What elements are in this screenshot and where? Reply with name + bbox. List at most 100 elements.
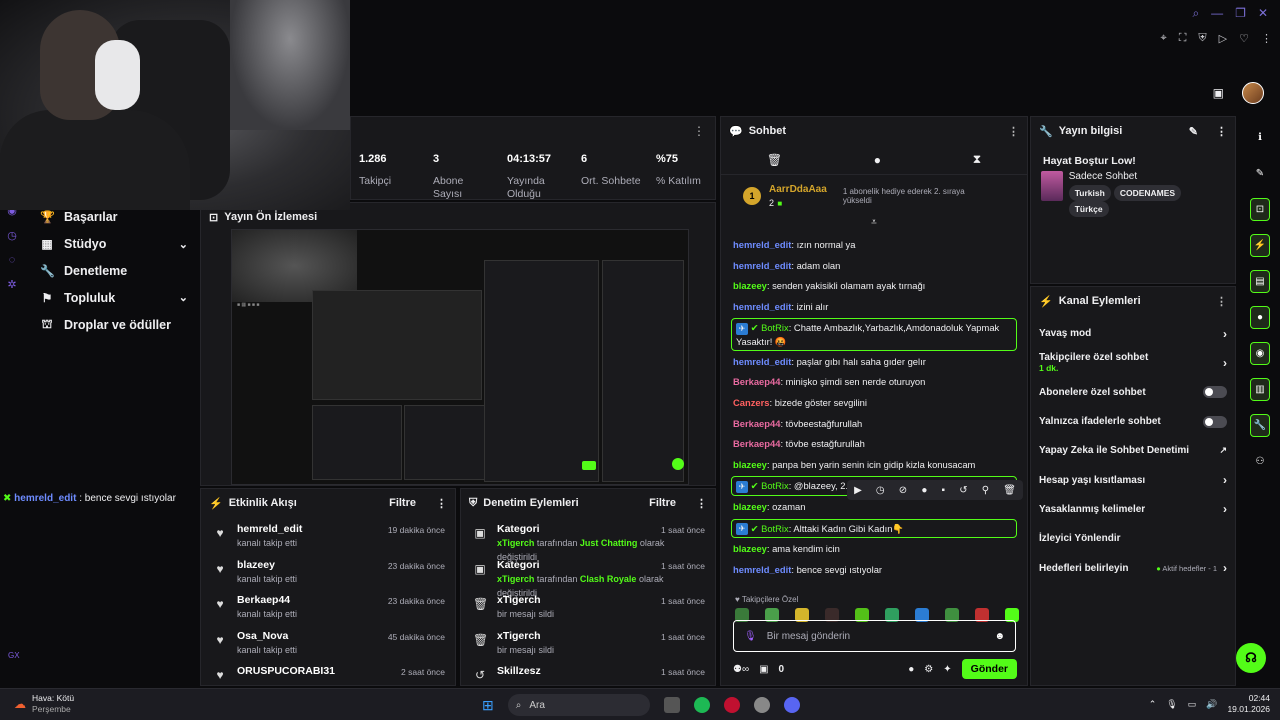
more-icon[interactable]: ⋮ bbox=[1216, 295, 1227, 308]
minimize-icon[interactable]: — bbox=[1211, 6, 1223, 21]
chat-username[interactable]: hemreld_edit bbox=[733, 564, 791, 575]
emote-icon[interactable]: ✦ bbox=[943, 664, 951, 675]
chat-bubble-icon[interactable]: ● bbox=[874, 153, 881, 167]
action-emotes-only[interactable]: Yalnızca ifadelerle sohbet bbox=[1031, 407, 1235, 436]
bot-message[interactable]: ✈ ✔ BotRix: Chatte Ambazlık,Yarbazlık,Am… bbox=[731, 318, 1017, 351]
category-thumbnail[interactable] bbox=[1041, 171, 1063, 201]
chat-message[interactable]: Berkaep44: tövbe estağfurullah bbox=[721, 434, 1027, 455]
play-icon[interactable]: ▶ bbox=[854, 485, 862, 496]
chat-username[interactable]: BotRix bbox=[761, 480, 789, 491]
chat-username[interactable]: Berkaep44 bbox=[733, 438, 780, 449]
users-icon[interactable]: ⚇ bbox=[1250, 450, 1270, 473]
chat-username[interactable]: hemreld_edit bbox=[733, 301, 791, 312]
undo-icon[interactable]: ↺ bbox=[959, 485, 967, 496]
restore-icon[interactable]: ❐ bbox=[1235, 6, 1246, 21]
chat-username[interactable]: Berkaep44 bbox=[733, 418, 780, 429]
toggle-switch[interactable] bbox=[1203, 386, 1227, 399]
chat-message[interactable]: blazeey: ama kendim icin bbox=[721, 539, 1027, 560]
action-account-age[interactable]: Hesap yaşı kısıtlaması › bbox=[1031, 465, 1235, 494]
timeout-icon[interactable]: ◷ bbox=[876, 485, 885, 496]
settings-icon[interactable]: ⚙ bbox=[924, 664, 933, 675]
trash-icon[interactable]: 🗑 bbox=[767, 153, 782, 167]
nav-item-studio[interactable]: ▦ Stüdyo ⌄ bbox=[26, 231, 196, 258]
chat-message[interactable]: hemreld_edit: paşlar gıbı halı saha gıde… bbox=[721, 352, 1027, 373]
more-icon[interactable]: ⋮ bbox=[436, 497, 447, 510]
wrench-icon[interactable]: 🔧 bbox=[1250, 414, 1270, 437]
help-button[interactable]: ☊ bbox=[1236, 643, 1266, 673]
mic-icon[interactable]: 🎙 bbox=[744, 631, 757, 642]
chat-username[interactable]: Canzers bbox=[733, 397, 769, 408]
hide-icon[interactable]: ⊘ bbox=[899, 485, 907, 496]
delete-icon[interactable]: 🗑 bbox=[1003, 485, 1016, 496]
heart-icon[interactable]: ♡ bbox=[1239, 32, 1249, 45]
action-subscribers-only[interactable]: Abonelere özel sohbet bbox=[1031, 378, 1235, 407]
chat-username[interactable]: blazeey bbox=[733, 280, 767, 291]
network-icon[interactable]: ▭ bbox=[1188, 699, 1197, 710]
nav-item-drops[interactable]: ⛫ Droplar ve ödüller bbox=[26, 311, 196, 338]
more-icon[interactable]: ⋮ bbox=[1216, 125, 1227, 138]
action-raid[interactable]: İzleyici Yönlendir bbox=[1031, 524, 1235, 553]
more-icon[interactable]: ⋮ bbox=[1008, 125, 1019, 138]
file-explorer-icon[interactable] bbox=[663, 697, 680, 713]
chat-icon[interactable]: ● bbox=[1250, 306, 1270, 329]
chat-message[interactable]: hemreld_edit: ızın normal ya bbox=[721, 235, 1027, 256]
close-icon[interactable]: ✕ bbox=[1258, 6, 1268, 21]
pin-icon[interactable]: ⚲ bbox=[982, 485, 989, 496]
chat-username[interactable]: hemreld_edit bbox=[733, 356, 791, 367]
more-icon[interactable]: ⋮ bbox=[693, 124, 705, 138]
chat-message[interactable]: blazeey: senden yakisikli olamam ayak tı… bbox=[721, 276, 1027, 297]
chat-message[interactable]: Canzers: bizede göster sevgilini bbox=[721, 393, 1027, 414]
hourglass-icon[interactable]: ⧗ bbox=[973, 152, 981, 167]
discord-icon[interactable] bbox=[783, 697, 800, 713]
chat-username[interactable]: BotRix bbox=[761, 322, 789, 333]
info-icon[interactable]: ℹ bbox=[1250, 126, 1270, 149]
taskbar-search[interactable]: ⌕ Ara bbox=[507, 694, 650, 716]
chat-message[interactable]: hemreld_edit: bence sevgi ıstıyolar bbox=[721, 560, 1027, 581]
chat-username[interactable]: BotRix bbox=[761, 523, 789, 534]
filter-button[interactable]: Filtre bbox=[649, 497, 676, 509]
preview-video[interactable]: ■ ▦ ■ ■ ■ bbox=[231, 229, 689, 485]
nav-item-community[interactable]: ⚑ Topluluk ⌄ bbox=[26, 284, 196, 311]
copy-icon[interactable]: ▪ bbox=[942, 485, 946, 496]
action-goals[interactable]: Hedefleri belirleyin ● Aktif hedefler - 1… bbox=[1031, 553, 1235, 582]
volume-icon[interactable]: 🔊 bbox=[1206, 699, 1217, 710]
bot-message[interactable]: ✈ ✔ BotRix: Alttaki Kadın Gibi Kadın👇 bbox=[731, 518, 1017, 539]
reply-icon[interactable]: ● bbox=[921, 485, 927, 496]
chat-username[interactable]: blazeey bbox=[733, 501, 767, 512]
windows-start-icon[interactable]: ⊞ bbox=[482, 697, 494, 714]
edit-icon[interactable]: ✎ bbox=[1189, 125, 1198, 138]
spotify-icon[interactable] bbox=[693, 697, 710, 713]
rail-settings-icon[interactable]: ✲ bbox=[7, 278, 16, 291]
chat-username[interactable]: Berkaep44 bbox=[733, 376, 780, 387]
points-icon[interactable]: ⚉∞ bbox=[733, 664, 749, 675]
chat-message[interactable]: blazeey: panpa ben yarin senin icin gidi… bbox=[721, 455, 1027, 476]
action-slow-mode[interactable]: Yavaş mod › bbox=[1031, 319, 1235, 348]
mic-icon[interactable]: 🎙 bbox=[1166, 699, 1177, 710]
avatar[interactable] bbox=[1242, 82, 1264, 104]
chat-username[interactable]: hemreld_edit bbox=[733, 239, 791, 250]
pin-icon[interactable]: ⌖ bbox=[1161, 32, 1167, 45]
clock[interactable]: 02:44 19.01.2026 bbox=[1227, 693, 1270, 715]
app-icon[interactable] bbox=[753, 697, 770, 713]
play-icon[interactable]: ▷ bbox=[1219, 32, 1227, 45]
filter-button[interactable]: Filtre bbox=[389, 497, 416, 509]
action-ai-moderation[interactable]: Yapay Zeka ile Sohbet Denetimi ↗ bbox=[1031, 436, 1235, 465]
chat-message[interactable]: hemreld_edit: izini alır bbox=[721, 297, 1027, 318]
emoji-icon[interactable]: ☻ bbox=[994, 631, 1005, 642]
shield-icon[interactable]: ⛨ bbox=[1198, 32, 1206, 45]
mod-icon[interactable]: ▥ bbox=[1250, 378, 1270, 401]
gift-icon[interactable]: ▣ bbox=[1213, 86, 1224, 100]
scroll-down-icon[interactable]: ⩡ bbox=[721, 217, 1027, 235]
nav-item-moderation[interactable]: 🔧 Denetleme bbox=[26, 258, 196, 285]
chat-message[interactable]: blazeey: ozaman bbox=[721, 497, 1027, 518]
action-followers-only[interactable]: Takipçilere özel sohbet 1 dk. › bbox=[1031, 348, 1235, 377]
screenshot-icon[interactable]: ⛶ bbox=[1179, 32, 1187, 45]
chat-message[interactable]: hemreld_edit: adam olan bbox=[721, 256, 1027, 277]
weather-widget[interactable]: ☁ Hava: Kötü Perşembe bbox=[14, 693, 74, 715]
opera-gx-icon[interactable] bbox=[723, 697, 740, 713]
notes-icon[interactable]: ▤ bbox=[1250, 270, 1270, 293]
search-icon[interactable]: ⌕ bbox=[1192, 6, 1199, 21]
preview-icon[interactable]: ⊡ bbox=[1250, 198, 1270, 221]
chat-input[interactable]: 🎙 Bir mesaj gönderin ☻ bbox=[733, 620, 1016, 652]
chat-username[interactable]: blazeey bbox=[733, 459, 767, 470]
